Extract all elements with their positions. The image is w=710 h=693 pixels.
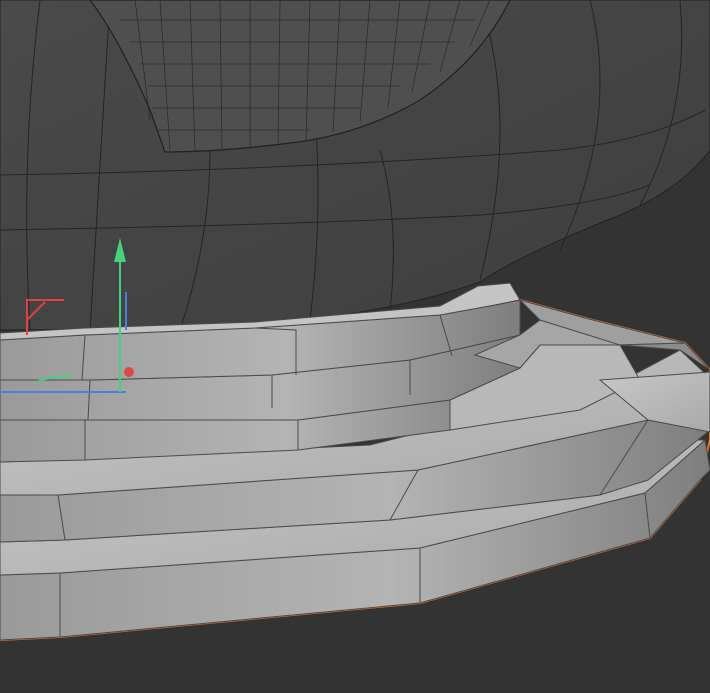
3d-viewport[interactable]: [0, 0, 710, 693]
gizmo-origin-icon[interactable]: [124, 367, 134, 377]
viewport-scene[interactable]: [0, 0, 710, 693]
